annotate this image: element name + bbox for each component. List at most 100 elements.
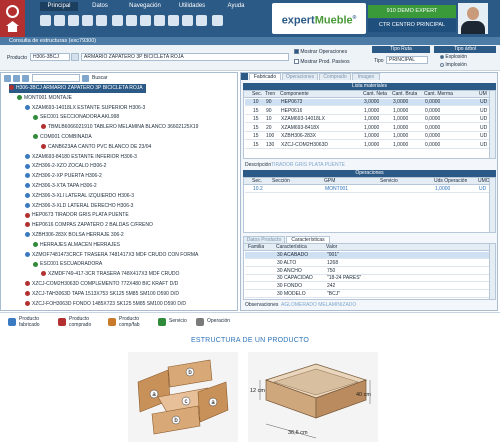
avatar[interactable] — [458, 3, 488, 34]
refresh-icon[interactable] — [22, 75, 29, 82]
menu-tab-datos[interactable]: Datos — [80, 2, 120, 11]
menu-tab-ayuda[interactable]: Ayuda — [216, 2, 256, 11]
feat-col-familia: Familia — [248, 244, 265, 250]
tree-node[interactable]: XZMDF749-417-3CR TRASERA 748X417X3 MDF C… — [41, 270, 179, 279]
route-type-header: Tipo Ruta — [372, 46, 430, 53]
product-lookup-icon[interactable] — [71, 53, 79, 61]
tree-node[interactable]: SEC001 SECCIONADORA AKL998 — [33, 113, 119, 122]
product-code-field[interactable]: H306-3BCJ — [30, 53, 70, 61]
tree-node[interactable]: XZAM693-14018LX ESTANTE SUPERIOR H306-3 — [25, 104, 145, 113]
tree-node[interactable]: ESC001 ESCUADRADORA — [33, 260, 102, 269]
collapse-all-icon[interactable] — [13, 75, 20, 82]
radio-implosion[interactable]: Implosión — [440, 62, 467, 68]
material-cell-um: UD — [480, 141, 488, 148]
route-type-field[interactable]: PRINCIPAL — [386, 56, 428, 64]
tree-node[interactable]: XZBH306-283X BOLSA HERRAJE 306-2 — [25, 231, 124, 240]
show-steps-checkbox[interactable]: Mostrar Prod. Pasivos — [294, 59, 350, 65]
tab-comprado[interactable]: Comprado — [319, 73, 351, 80]
material-row[interactable]: 15 100 XZBH306-283X 1,0000 1,0000 0,0000 UD — [245, 133, 494, 140]
last-record-icon[interactable] — [196, 15, 207, 26]
menu-tab-utilidades[interactable]: Utilidades — [170, 2, 214, 11]
save-icon[interactable] — [54, 15, 65, 26]
material-row[interactable]: 15 10 XZAM693-14018LX 1,0000 1,0000 0,0000 UD — [245, 116, 494, 123]
operations-scrollbar[interactable] — [489, 178, 495, 232]
tree-node[interactable]: XZH306-3-XTA TAPA H306-2 — [25, 182, 97, 191]
product-description-field[interactable]: ARMARIO ZAPATERO 3P BICICLETA ROJA — [81, 53, 289, 61]
menu-tab-navegacion[interactable]: Navegación — [122, 2, 168, 11]
new-file-icon[interactable] — [40, 15, 51, 26]
filter-icon[interactable] — [126, 15, 137, 26]
material-row[interactable]: 15 20 XZAM693-8418X 1,0000 1,0000 0,0000 UD — [245, 125, 494, 132]
feature-row[interactable]: 30 FONDO 242 — [245, 283, 494, 291]
feature-row[interactable]: 30 CAPACIDAD "18-24 PARES" — [245, 275, 494, 283]
feat-col-caracteristica: Característica — [276, 244, 307, 250]
delete-icon[interactable] — [82, 15, 93, 26]
search-button[interactable]: Buscar — [92, 75, 108, 81]
tree-node[interactable]: XZMOF7481473CRCF TRASERA 7481417X3 MDF C… — [25, 251, 198, 260]
power-icon[interactable] — [6, 5, 19, 18]
feature-row[interactable]: 30 MODELO "BCJ" — [245, 291, 494, 298]
node-type-icon — [25, 212, 30, 218]
panel-toggle-icon[interactable] — [241, 73, 248, 80]
radio-explosion[interactable]: Explosión — [440, 54, 467, 60]
tree-node[interactable]: HEP0616 COMPAS ZAPATERO 2 BALDAS C/FRENO — [25, 221, 153, 230]
tree-node[interactable]: XZCJ-FOH3063D FONDO 1485X723 SK125 5M85 … — [25, 300, 186, 309]
show-ops-checkbox[interactable]: Mostrar Operaciones — [294, 49, 347, 55]
center-status[interactable]: CTR CENTRO PRINCIPAL — [368, 19, 456, 32]
tree-node[interactable]: COM001 COMBINADA — [33, 133, 92, 142]
tree-node[interactable]: XZH306-3-XLI LATERAL IZQUIERDO H306-3 — [25, 192, 134, 201]
search-icon[interactable] — [82, 75, 89, 82]
tree-node[interactable]: XZH306-2-XP PUERTA H306-2 — [25, 172, 102, 181]
tree-search-input[interactable] — [32, 74, 80, 82]
tree-node[interactable]: HEP0673 TIRADOR GRIS PLATA PUENTE — [25, 211, 129, 220]
tree-node-label: XZH306-3-XLD LATERAL DERECHO H306-3 — [32, 202, 134, 209]
tree-node[interactable]: XZCJ-COM2H3063D COMPLEMENTO 772X480 BIC … — [25, 280, 178, 289]
op-col-seccion: Sección — [272, 178, 290, 184]
home-icon[interactable] — [6, 21, 19, 32]
service-icon — [158, 318, 166, 326]
previous-record-icon[interactable] — [168, 15, 179, 26]
list-icon[interactable] — [96, 15, 107, 26]
tree-node[interactable]: XZH306-3-XLD LATERAL DERECHO H306-3 — [25, 202, 133, 211]
feature-row[interactable]: 30 ANCHO 750 — [245, 268, 494, 275]
tab-datos-producto[interactable]: Datos Producto — [243, 236, 285, 243]
material-row[interactable]: 10 90 HEP0673 3,0000 3,0000 0,0000 UD — [245, 99, 494, 106]
print-icon[interactable] — [112, 15, 123, 26]
demo-status[interactable]: 910 DEMO EXPERT — [368, 5, 456, 18]
tab-fabricado[interactable]: Fabricado — [249, 73, 281, 80]
tree-node[interactable]: TBMLB6066021910 TABLERO MELAMINA BLANCO … — [41, 123, 198, 132]
expand-all-icon[interactable] — [4, 75, 11, 82]
features-scrollbar[interactable] — [489, 244, 495, 299]
material-row[interactable]: 15 130 XZCJ-COM2H3063D 1,0000 1,0000 0,0000 UD — [245, 142, 494, 149]
tree-node[interactable]: XZAM693-84180 ESTANTE INFERIOR H306-3 — [25, 153, 137, 162]
node-type-icon — [41, 271, 46, 277]
tree-node[interactable]: H306-3BCJ ARMARIO ZAPATERO 3P BICICLETA … — [9, 84, 146, 93]
feature-cell-valor: "18-24 PARES" — [327, 275, 362, 282]
material-cell-bruta: 3,0000 — [393, 99, 409, 105]
material-cell-neta: 1,0000 — [364, 141, 380, 148]
operation-row[interactable]: 10.2 MONT001 1,0000 UD — [245, 186, 494, 193]
tree-node-label: XZBH306-283X BOLSA HERRAJE 306-2 — [32, 232, 124, 238]
next-record-icon[interactable] — [182, 15, 193, 26]
tree-node[interactable]: CANB623AA CANTO PVC BLANCO DE 23/04 — [41, 143, 151, 152]
feature-row[interactable]: 30 ALTO 1268 — [245, 260, 494, 267]
materials-scrollbar[interactable] — [489, 91, 495, 158]
tree-node-label: COM001 COMBINADA — [40, 134, 92, 140]
tree-node[interactable]: XZCJ-TAH3063D TAPA 1513X753 SK125 5M85 S… — [25, 290, 179, 299]
tree-node[interactable]: MONT001 MONTAJE — [17, 94, 72, 103]
tree-node[interactable]: HERRAJES ALMACEN HERRAJES — [33, 241, 120, 250]
tab-caracteristicas[interactable]: Características — [286, 236, 330, 243]
node-type-icon — [25, 232, 30, 238]
material-row[interactable]: 15 90 HEP0616 1,0000 1,0000 0,0000 UD — [245, 108, 494, 115]
export-icon[interactable] — [212, 15, 223, 26]
tab-imagen[interactable]: Imagen — [352, 73, 380, 80]
tab-operaciones[interactable]: Operaciones — [282, 73, 318, 80]
detail-panel: Fabricado Operaciones Comprado Imagen Li… — [240, 72, 498, 311]
tree-node-label: XZCJ-FOH3063D FONDO 1485X723 SK125 5M85 … — [32, 300, 186, 307]
add-icon[interactable] — [68, 15, 79, 26]
feature-row[interactable]: 30 ACABADO "001" — [245, 252, 494, 259]
first-record-icon[interactable] — [154, 15, 165, 26]
tree-node[interactable]: XZH306-2-XZO ZOCALO H306-2 — [25, 162, 106, 171]
check-icon[interactable] — [140, 15, 151, 26]
menu-tab-principal[interactable]: Principal — [40, 2, 78, 11]
